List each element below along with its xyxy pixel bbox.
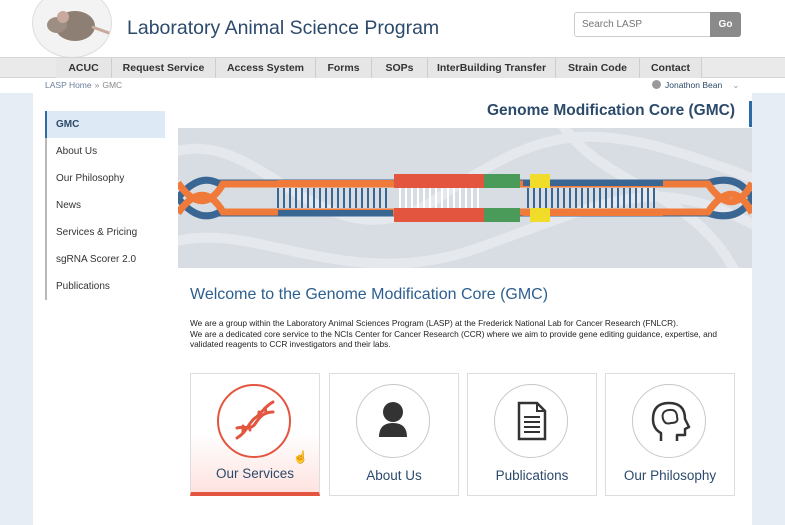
main-nav: ACUC Request Service Access System Forms… bbox=[0, 57, 785, 78]
mouse-tail bbox=[91, 25, 111, 36]
user-name: Jonathon Bean bbox=[665, 80, 723, 90]
nav-item-forms[interactable]: Forms bbox=[316, 58, 372, 78]
dna-banner-graphic bbox=[178, 128, 752, 268]
nav-item-request-service[interactable]: Request Service bbox=[112, 58, 216, 78]
sidebar-item-sgrna-scorer[interactable]: sgRNA Scorer 2.0 bbox=[45, 246, 165, 273]
user-icon bbox=[652, 80, 661, 89]
document-icon bbox=[494, 384, 568, 458]
breadcrumb-bar: LASP Home» GMC Jonathon Bean ⌄ bbox=[0, 78, 785, 93]
page-title: Genome Modification Core (GMC) bbox=[380, 101, 752, 127]
breadcrumb: LASP Home» GMC bbox=[45, 80, 122, 90]
dna-icon-graphic bbox=[235, 400, 275, 440]
dna-icon bbox=[217, 384, 291, 458]
welcome-text: We are a group within the Laboratory Ani… bbox=[190, 318, 730, 350]
nav-item-strain-code[interactable]: Strain Code bbox=[556, 58, 640, 78]
sidebar-item-services-pricing[interactable]: Services & Pricing bbox=[45, 219, 165, 246]
site-title[interactable]: Laboratory Animal Science Program bbox=[127, 17, 439, 40]
chevron-down-icon: ⌄ bbox=[732, 80, 740, 90]
card-our-philosophy[interactable]: Our Philosophy bbox=[605, 373, 735, 496]
card-label: Our Philosophy bbox=[623, 468, 717, 483]
sidebar-item-news[interactable]: News bbox=[45, 192, 165, 219]
site-header: Laboratory Animal Science Program Go bbox=[0, 0, 785, 58]
brain-head-icon bbox=[632, 384, 706, 458]
welcome-text-line2: We are a dedicated core service to the N… bbox=[190, 328, 717, 350]
card-label: About Us bbox=[366, 468, 422, 483]
sidebar-item-gmc[interactable]: GMC bbox=[45, 111, 165, 138]
nav-item-contact[interactable]: Contact bbox=[640, 58, 702, 78]
document-icon-graphic bbox=[517, 401, 547, 441]
search-input[interactable] bbox=[574, 12, 711, 37]
breadcrumb-home-link[interactable]: LASP Home bbox=[45, 80, 92, 90]
nav-item-sops[interactable]: SOPs bbox=[372, 58, 428, 78]
breadcrumb-current: GMC bbox=[102, 80, 123, 90]
brain-head-icon-graphic bbox=[651, 401, 691, 441]
card-about-us[interactable]: About Us bbox=[329, 373, 459, 496]
card-label: Our Services bbox=[215, 466, 295, 481]
user-menu[interactable]: Jonathon Bean ⌄ bbox=[652, 80, 739, 91]
nav-item-interbuilding-transfer[interactable]: InterBuilding Transfer bbox=[428, 58, 556, 78]
nav-item-acuc[interactable]: ACUC bbox=[56, 58, 112, 78]
nav-item-access-system[interactable]: Access System bbox=[216, 58, 316, 78]
search-button[interactable]: Go bbox=[710, 12, 741, 37]
hand-cursor-icon: ☝ bbox=[293, 450, 308, 464]
dna-banner bbox=[178, 128, 752, 268]
sidebar: GMC About Us Our Philosophy News Service… bbox=[45, 111, 165, 300]
mouse-ear bbox=[57, 11, 69, 23]
welcome-heading: Welcome to the Genome Modification Core … bbox=[190, 286, 549, 303]
sidebar-item-about-us[interactable]: About Us bbox=[45, 138, 165, 165]
person-icon-graphic bbox=[379, 402, 407, 437]
card-label: Publications bbox=[495, 468, 569, 483]
card-publications[interactable]: Publications bbox=[467, 373, 597, 496]
card-our-services[interactable]: Our Services bbox=[190, 373, 320, 496]
lasp-logo[interactable] bbox=[32, 0, 112, 58]
sidebar-item-publications[interactable]: Publications bbox=[45, 273, 165, 300]
person-icon bbox=[356, 384, 430, 458]
breadcrumb-separator: » bbox=[94, 80, 100, 90]
welcome-text-line1: We are a group within the Laboratory Ani… bbox=[190, 318, 679, 328]
sidebar-item-our-philosophy[interactable]: Our Philosophy bbox=[45, 165, 165, 192]
